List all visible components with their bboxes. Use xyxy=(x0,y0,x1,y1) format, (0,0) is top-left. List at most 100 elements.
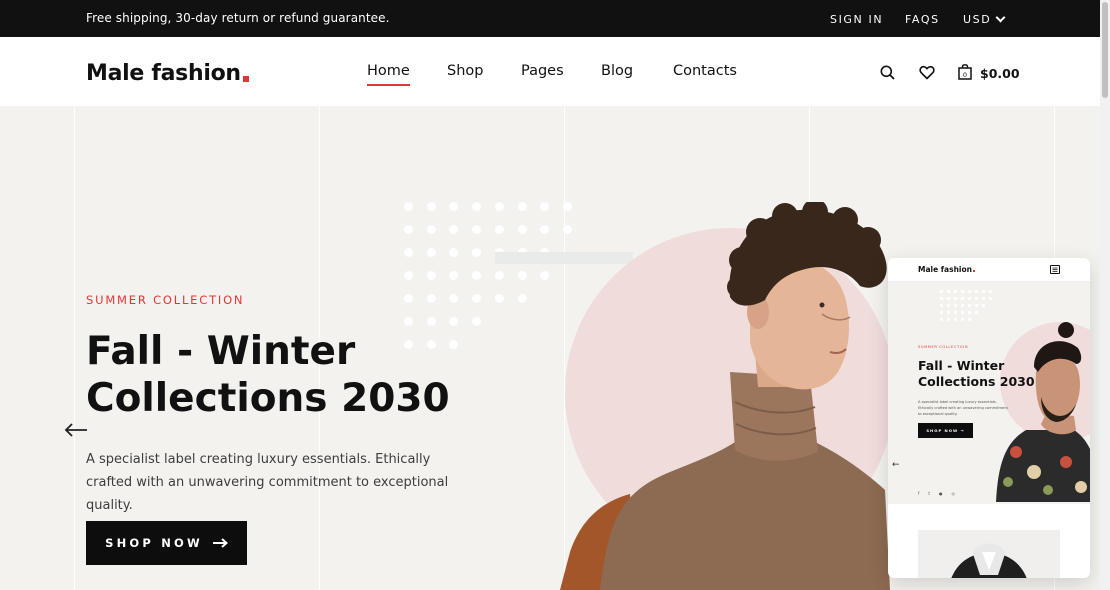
site-logo[interactable]: Male fashion xyxy=(86,61,249,86)
faqs-link[interactable]: FAQS xyxy=(905,13,940,26)
decorative-dot xyxy=(975,311,978,314)
decorative-dot xyxy=(517,202,527,211)
top-bar: Free shipping, 30-day return or refund g… xyxy=(0,0,1110,37)
decorative-dot xyxy=(449,294,459,303)
sign-in-link[interactable]: SIGN IN xyxy=(830,13,883,26)
nav-blog[interactable]: Blog xyxy=(601,63,633,79)
mobile-social-links: f t ● ◎ xyxy=(918,491,955,496)
nav-shop[interactable]: Shop xyxy=(447,63,483,79)
search-icon[interactable] xyxy=(880,65,895,84)
logo-dot xyxy=(242,76,249,82)
cart-count: 0 xyxy=(963,71,967,79)
shop-now-button[interactable]: SHOP NOW xyxy=(86,521,247,565)
mobile-preview-card: Male fashion SUMMER COLLECTION Fall - Wi… xyxy=(888,258,1090,578)
nav-home[interactable]: Home xyxy=(367,63,410,86)
decorative-dot xyxy=(940,290,943,293)
nav-pages[interactable]: Pages xyxy=(521,63,564,79)
decorative-dot xyxy=(940,311,943,314)
decorative-dot xyxy=(404,202,413,211)
decorative-dot xyxy=(517,225,527,234)
mobile-hero-title: Fall - Winter Collections 2030 xyxy=(918,358,1035,389)
nav-contacts[interactable]: Contacts xyxy=(673,63,737,79)
mobile-shop-now-button: SHOP NOW → xyxy=(918,423,973,438)
decorative-dot xyxy=(947,290,950,293)
decorative-dot xyxy=(540,202,550,211)
instagram-icon: ◎ xyxy=(951,491,956,496)
model-image xyxy=(560,202,890,590)
decorative-dot xyxy=(404,271,413,280)
arrow-right-icon xyxy=(212,538,228,548)
decorative-dot xyxy=(426,202,436,211)
decorative-dot xyxy=(947,297,950,300)
decorative-dot xyxy=(494,294,504,303)
hero-tag: SUMMER COLLECTION xyxy=(86,293,245,307)
decorative-dot xyxy=(449,225,459,234)
decorative-dot xyxy=(426,271,436,280)
decorative-dot xyxy=(472,294,482,303)
decorative-dot xyxy=(940,318,943,321)
decorative-dot xyxy=(404,294,413,303)
decorative-dot xyxy=(404,248,413,257)
arrow-left-icon[interactable] xyxy=(64,422,88,438)
mobile-logo: Male fashion xyxy=(918,265,975,274)
decorative-dot xyxy=(968,290,971,293)
decorative-dot xyxy=(961,297,964,300)
decorative-dot xyxy=(947,311,950,314)
cart-total[interactable]: $0.00 xyxy=(980,66,1020,81)
decorative-dot xyxy=(494,202,504,211)
decorative-dot xyxy=(940,297,943,300)
decorative-dot xyxy=(961,290,964,293)
mobile-hero-description: A specialist label creating luxury essen… xyxy=(918,400,1008,416)
currency-selector[interactable]: USD xyxy=(963,12,1006,26)
menu-icon xyxy=(1050,265,1060,274)
site-header: Male fashion Home Shop Pages Blog Contac… xyxy=(0,37,1100,106)
decorative-dot xyxy=(426,317,436,326)
logo-text: Male fashion xyxy=(86,61,241,86)
decorative-dot xyxy=(540,271,550,280)
hero-section: SUMMER COLLECTION Fall - Winter Collecti… xyxy=(0,106,1100,590)
shipping-notice: Free shipping, 30-day return or refund g… xyxy=(86,11,390,25)
decorative-dot xyxy=(472,248,482,257)
scrollbar[interactable] xyxy=(1100,0,1110,590)
decorative-dot xyxy=(954,290,957,293)
decorative-dot xyxy=(968,297,971,300)
currency-label: USD xyxy=(963,13,992,26)
decorative-dot xyxy=(449,317,459,326)
scrollbar-thumb[interactable] xyxy=(1102,2,1108,98)
decorative-dot xyxy=(472,202,482,211)
pinterest-icon: ● xyxy=(939,491,943,496)
hero-description: A specialist label creating luxury essen… xyxy=(86,452,449,513)
decorative-dot xyxy=(449,271,459,280)
hero-title-line1: Fall - Winter xyxy=(86,329,356,374)
mobile-hero: SUMMER COLLECTION Fall - Winter Collecti… xyxy=(888,282,1090,504)
decorative-dot xyxy=(982,304,985,307)
decorative-dot xyxy=(954,311,957,314)
decorative-dot xyxy=(426,294,436,303)
decorative-dot xyxy=(968,311,971,314)
heart-icon[interactable] xyxy=(919,65,935,84)
shopping-bag-icon[interactable]: 0 xyxy=(958,64,972,84)
decorative-dot xyxy=(449,248,459,257)
decorative-dot xyxy=(989,297,992,300)
decorative-dot xyxy=(954,304,957,307)
decorative-dot xyxy=(426,225,436,234)
decorative-dot xyxy=(472,271,482,280)
grid-line xyxy=(74,106,75,590)
decorative-dot xyxy=(404,225,413,234)
decorative-dot xyxy=(975,290,978,293)
decorative-dot xyxy=(947,318,950,321)
decorative-dot xyxy=(975,297,978,300)
decorative-dot xyxy=(975,304,978,307)
decorative-dot xyxy=(968,304,971,307)
decorative-dot xyxy=(954,297,957,300)
decorative-dot xyxy=(940,304,943,307)
shop-now-label: SHOP NOW xyxy=(105,536,203,550)
chevron-down-icon xyxy=(995,12,1006,23)
mobile-arrow-left-icon: ← xyxy=(892,460,900,470)
decorative-dot xyxy=(968,318,971,321)
decorative-dot xyxy=(989,290,992,293)
decorative-dot xyxy=(947,304,950,307)
decorative-dot xyxy=(404,317,413,326)
decorative-dot xyxy=(961,304,964,307)
facebook-icon: f xyxy=(918,491,920,496)
